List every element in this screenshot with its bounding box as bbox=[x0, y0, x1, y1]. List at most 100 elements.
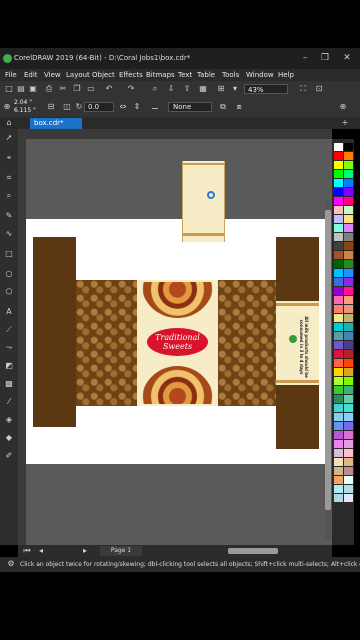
artistic-media-icon[interactable]: ∿ bbox=[4, 229, 14, 239]
palette-swatch[interactable] bbox=[344, 215, 353, 223]
palette-swatch[interactable] bbox=[334, 242, 343, 250]
palette-swatch[interactable] bbox=[344, 179, 353, 187]
copy-icon[interactable]: ❐ bbox=[72, 84, 82, 94]
palette-swatch[interactable] bbox=[344, 368, 353, 376]
outline-pen-icon[interactable]: ✐ bbox=[4, 451, 14, 461]
box-right-side-panel[interactable]: All milk products should be consumed in … bbox=[276, 301, 319, 385]
publish-pdf-icon[interactable]: ⊞ bbox=[216, 84, 226, 94]
maximize-button[interactable]: ❐ bbox=[316, 48, 334, 69]
interactive-fill-icon[interactable]: ◈ bbox=[4, 415, 14, 425]
palette-swatch[interactable] bbox=[344, 431, 353, 439]
palette-swatch[interactable] bbox=[334, 440, 343, 448]
menu-bitmaps[interactable]: Bitmaps bbox=[146, 69, 175, 81]
box-top-flap[interactable] bbox=[182, 161, 225, 242]
palette-swatch[interactable] bbox=[344, 323, 353, 331]
palette-swatch[interactable] bbox=[334, 359, 343, 367]
outline-width-dropdown[interactable]: None bbox=[168, 102, 212, 112]
box-back-panel-left[interactable] bbox=[76, 280, 137, 406]
to-front-icon[interactable]: ⧉ bbox=[218, 102, 228, 112]
menu-edit[interactable]: Edit bbox=[24, 69, 38, 81]
palette-swatch[interactable] bbox=[344, 485, 353, 493]
scale-icon[interactable]: ◫ bbox=[62, 102, 72, 112]
palette-swatch[interactable] bbox=[334, 368, 343, 376]
pick-tool-icon[interactable]: ➚ bbox=[4, 133, 14, 143]
palette-swatch[interactable] bbox=[344, 143, 353, 151]
show-rulers-icon[interactable]: ⊡ bbox=[314, 84, 324, 94]
palette-swatch[interactable] bbox=[344, 332, 353, 340]
palette-swatch[interactable] bbox=[344, 359, 353, 367]
crop-tool-icon[interactable]: ⌗ bbox=[4, 173, 14, 183]
palette-swatch[interactable] bbox=[344, 287, 353, 295]
menu-view[interactable]: View bbox=[44, 69, 61, 81]
palette-swatch[interactable] bbox=[334, 152, 343, 160]
palette-swatch[interactable] bbox=[334, 260, 343, 268]
rotation-center-icon[interactable] bbox=[207, 191, 215, 199]
x-position-field[interactable]: 2.04 " bbox=[14, 99, 32, 106]
palette-swatch[interactable] bbox=[334, 269, 343, 277]
palette-swatch[interactable] bbox=[334, 323, 343, 331]
full-screen-icon[interactable]: ⛶ bbox=[298, 84, 308, 94]
palette-swatch[interactable] bbox=[334, 485, 343, 493]
palette-swatch[interactable] bbox=[344, 233, 353, 241]
menu-help[interactable]: Help bbox=[278, 69, 294, 81]
palette-swatch[interactable] bbox=[334, 296, 343, 304]
palette-swatch[interactable] bbox=[344, 161, 353, 169]
menu-table[interactable]: Table bbox=[197, 69, 215, 81]
palette-swatch[interactable] bbox=[334, 215, 343, 223]
drawing-canvas[interactable]: Traditional Sweets All milk products sho… bbox=[26, 139, 332, 545]
menu-window[interactable]: Window bbox=[246, 69, 274, 81]
page-1-tab[interactable]: Page 1 bbox=[100, 546, 142, 556]
text-tool-icon[interactable]: A bbox=[4, 307, 14, 317]
palette-swatch[interactable] bbox=[344, 188, 353, 196]
export-icon[interactable]: ⇧ bbox=[182, 84, 192, 94]
palette-swatch[interactable] bbox=[344, 296, 353, 304]
palette-swatch[interactable] bbox=[334, 278, 343, 286]
menu-file[interactable]: File bbox=[5, 69, 17, 81]
y-position-field[interactable]: 6.115 " bbox=[14, 107, 36, 114]
eyedropper-tool-icon[interactable]: ⁄ bbox=[4, 397, 14, 407]
new-document-icon[interactable]: □ bbox=[4, 84, 14, 94]
vertical-scroll-thumb[interactable] bbox=[325, 210, 331, 510]
minimize-button[interactable]: – bbox=[296, 48, 314, 69]
first-page-icon[interactable]: ⏮ bbox=[22, 546, 32, 556]
search-content-icon[interactable]: ⌕ bbox=[150, 84, 160, 94]
box-left-side-panel[interactable] bbox=[33, 237, 76, 427]
add-tab-icon[interactable]: + bbox=[340, 118, 350, 128]
zoom-level-field[interactable]: 43% bbox=[244, 84, 288, 94]
mirror-vertical-icon[interactable]: ⇕ bbox=[132, 102, 142, 112]
palette-swatch[interactable] bbox=[334, 224, 343, 232]
undo-icon[interactable]: ↶ bbox=[104, 84, 114, 94]
zoom-tool-icon[interactable]: ⌕ bbox=[4, 191, 14, 201]
zoom-level-icon[interactable]: ▾ bbox=[230, 84, 240, 94]
palette-swatch[interactable] bbox=[344, 242, 353, 250]
mirror-horizontal-icon[interactable]: ⇔ bbox=[118, 102, 128, 112]
palette-swatch[interactable] bbox=[334, 188, 343, 196]
add-toolbar-icon[interactable]: ⊕ bbox=[338, 102, 348, 112]
next-page-icon[interactable]: ▸ bbox=[80, 546, 90, 556]
palette-swatch[interactable] bbox=[344, 350, 353, 358]
palette-swatch[interactable] bbox=[344, 269, 353, 277]
palette-swatch[interactable] bbox=[334, 431, 343, 439]
import-icon[interactable]: ⇩ bbox=[166, 84, 176, 94]
drop-shadow-icon[interactable]: ◩ bbox=[4, 361, 14, 371]
palette-swatch[interactable] bbox=[334, 341, 343, 349]
palette-swatch[interactable] bbox=[344, 314, 353, 322]
save-icon[interactable]: ▣ bbox=[28, 84, 38, 94]
palette-swatch[interactable] bbox=[334, 458, 343, 466]
palette-swatch[interactable] bbox=[334, 386, 343, 394]
palette-swatch[interactable] bbox=[334, 197, 343, 205]
palette-swatch[interactable] bbox=[344, 395, 353, 403]
menu-tools[interactable]: Tools bbox=[222, 69, 239, 81]
palette-swatch[interactable] bbox=[334, 206, 343, 214]
palette-swatch[interactable] bbox=[344, 440, 353, 448]
palette-swatch[interactable] bbox=[344, 458, 353, 466]
tab-box-cdr[interactable]: box.cdr* bbox=[30, 118, 82, 129]
parallel-dimension-icon[interactable]: ⟋ bbox=[4, 325, 14, 335]
palette-swatch[interactable] bbox=[344, 341, 353, 349]
smart-fill-icon[interactable]: ◆ bbox=[4, 433, 14, 443]
palette-swatch[interactable] bbox=[344, 197, 353, 205]
close-button[interactable]: ✕ bbox=[338, 48, 356, 69]
rectangle-tool-icon[interactable]: □ bbox=[4, 249, 14, 259]
palette-swatch[interactable] bbox=[334, 170, 343, 178]
palette-swatch[interactable] bbox=[344, 494, 353, 502]
